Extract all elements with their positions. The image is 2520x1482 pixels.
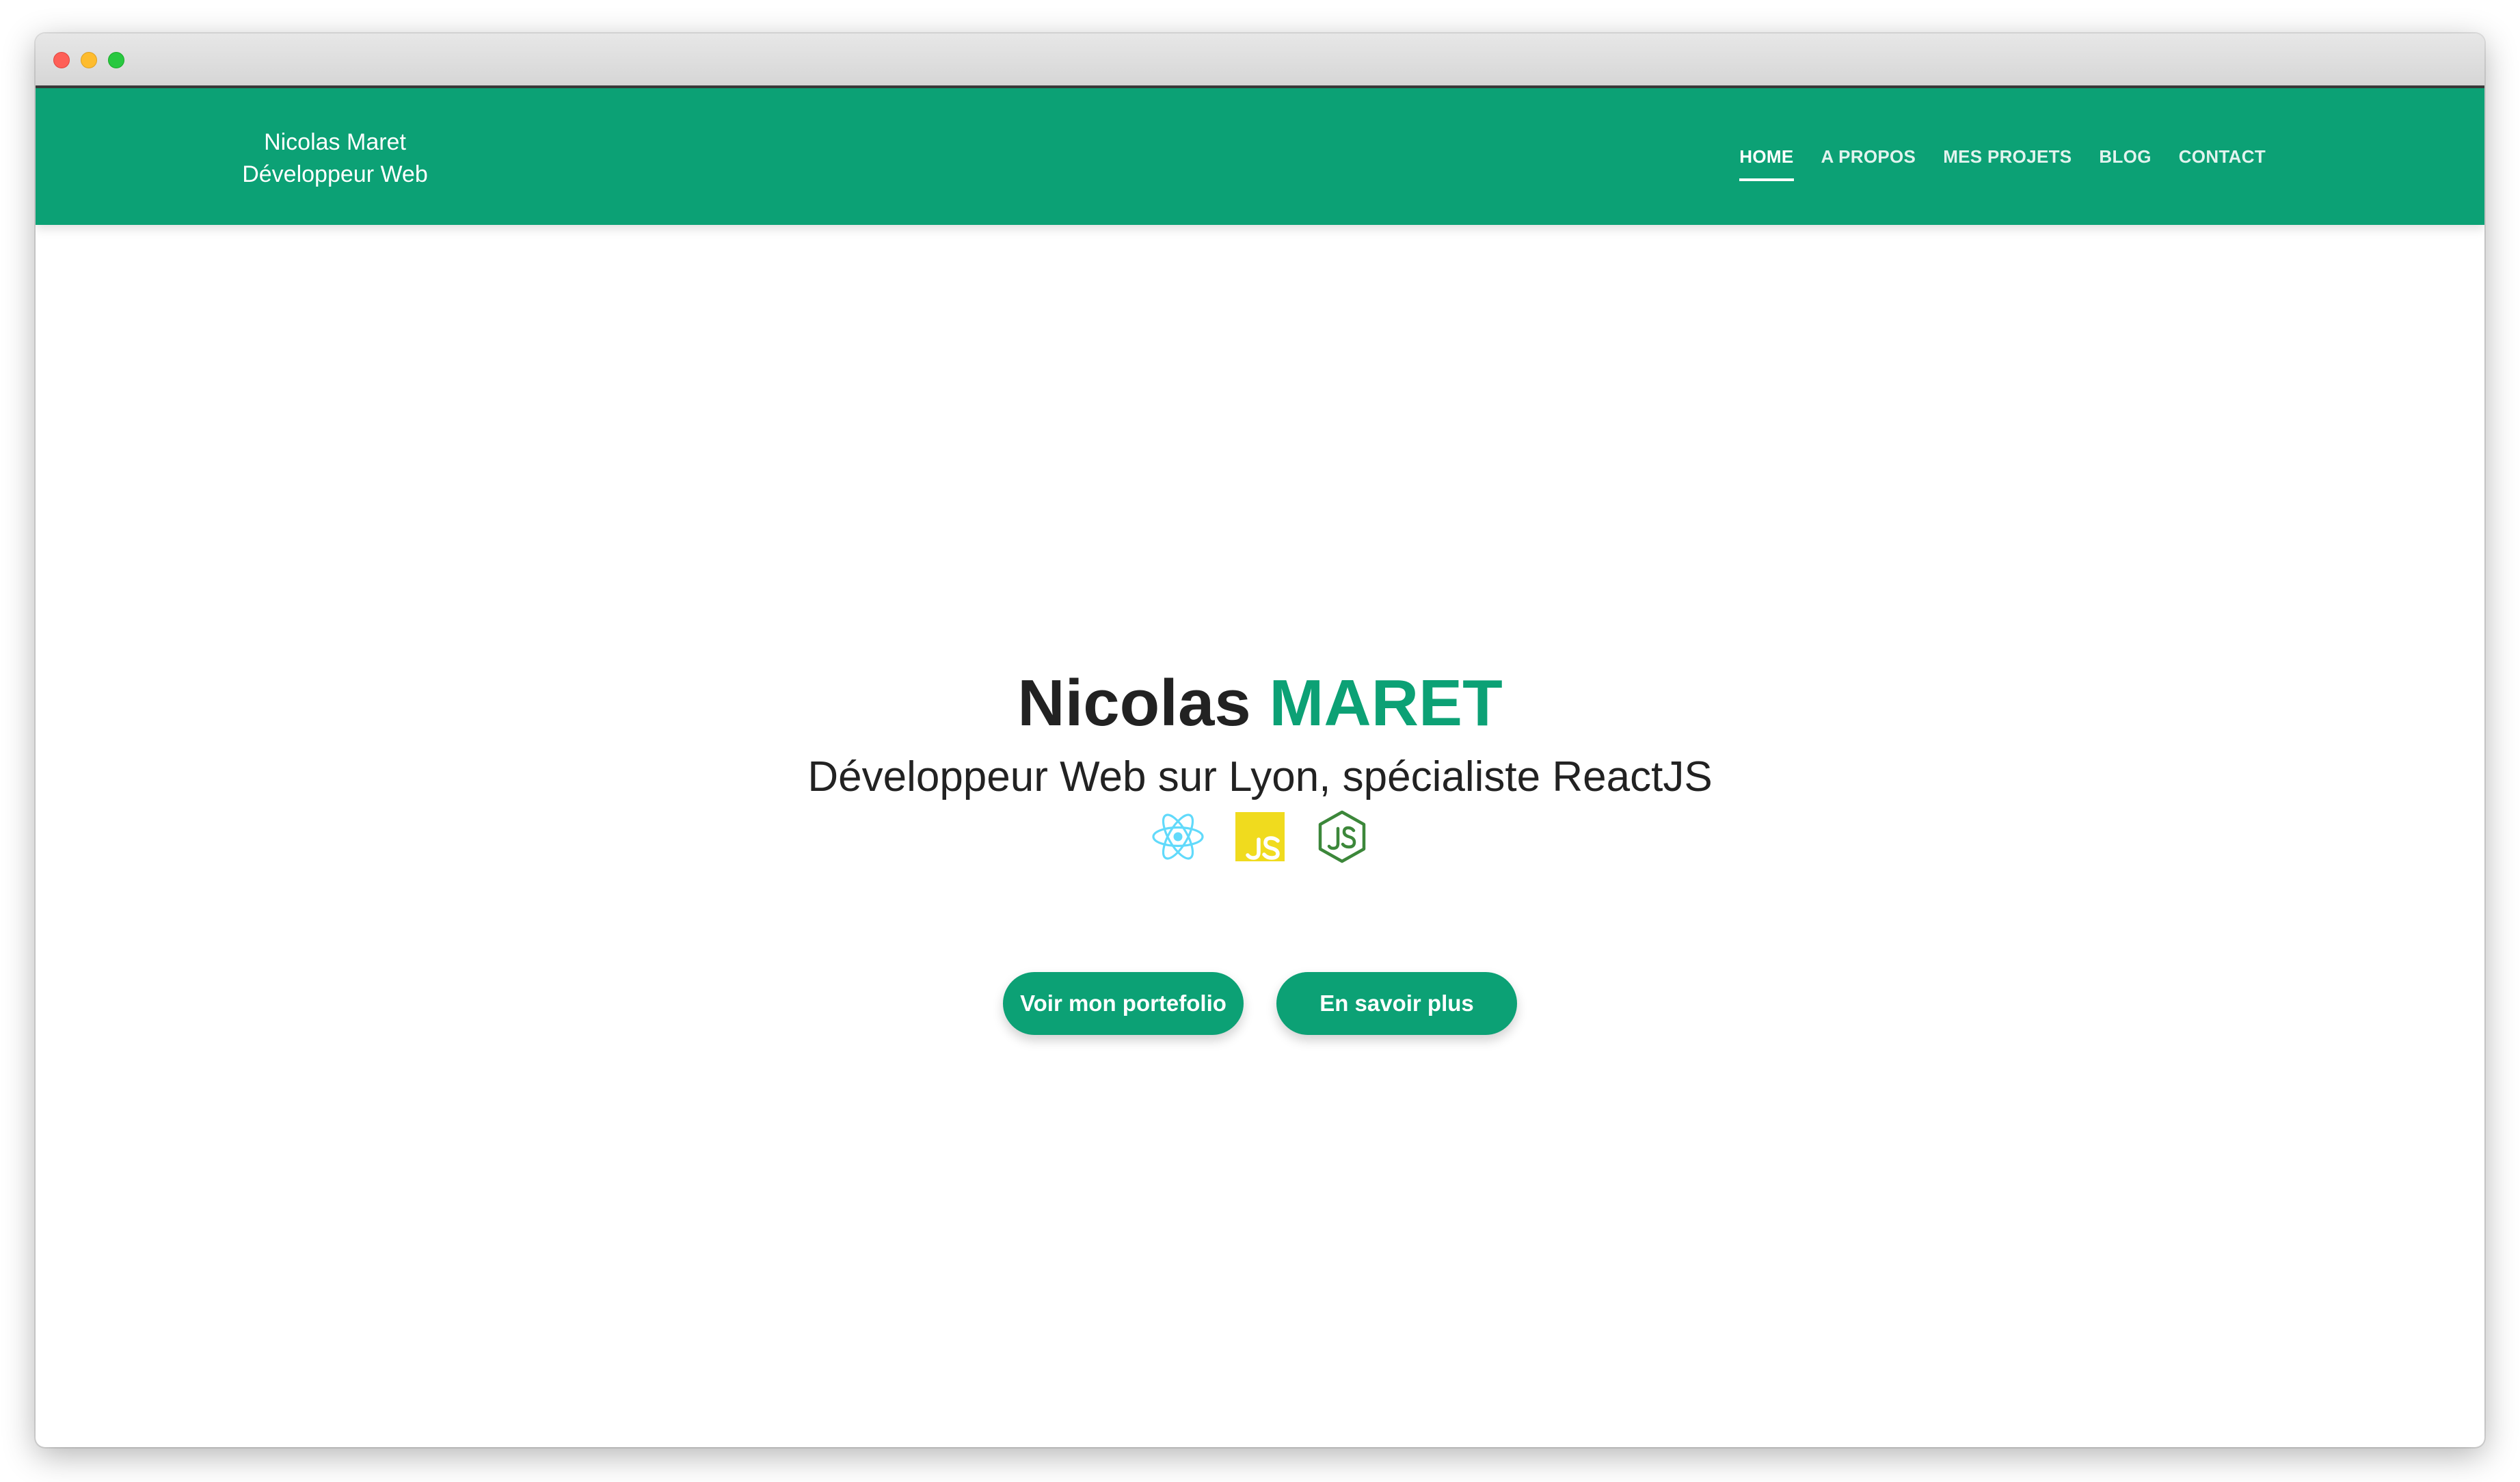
main-nav: HOME A PROPOS MES PROJETS BLOG CONTACT [1739,88,2266,225]
learn-more-button[interactable]: En savoir plus [1276,972,1517,1035]
nodejs-icon [1318,810,1366,863]
javascript-icon [1235,812,1285,861]
view-portfolio-button[interactable]: Voir mon portefolio [1003,972,1244,1035]
window-titlebar [36,33,2484,88]
hero-last-name: MARET [1269,666,1503,740]
site-brand[interactable]: Nicolas Maret Développeur Web [191,126,479,191]
close-window-button[interactable] [53,52,70,68]
nav-item-home[interactable]: HOME [1739,146,1794,181]
react-icon [1152,813,1204,860]
hero-subtitle: Développeur Web sur Lyon, spécialiste Re… [807,753,1713,800]
nav-item-mes-projets[interactable]: MES PROJETS [1943,146,2072,167]
browser-window: Nicolas Maret Développeur Web HOME A PRO… [36,33,2484,1447]
hero-title: Nicolas MARET [36,662,2484,744]
hero-section: Nicolas MARET Développeur Web sur Lyon, … [36,225,2484,1447]
hero-first-name: Nicolas [1017,666,1251,740]
site-navbar: Nicolas Maret Développeur Web HOME A PRO… [36,88,2484,225]
tech-icons [1151,809,1369,864]
minimize-window-button[interactable] [81,52,97,68]
hero-buttons: Voir mon portefolio En savoir plus [1003,972,1517,1035]
brand-tagline: Développeur Web [242,161,428,187]
nav-item-contact[interactable]: CONTACT [2179,146,2266,167]
maximize-window-button[interactable] [108,52,124,68]
nav-item-a-propos[interactable]: A PROPOS [1821,146,1916,167]
nav-item-blog[interactable]: BLOG [2099,146,2151,167]
brand-name: Nicolas Maret [264,129,406,155]
